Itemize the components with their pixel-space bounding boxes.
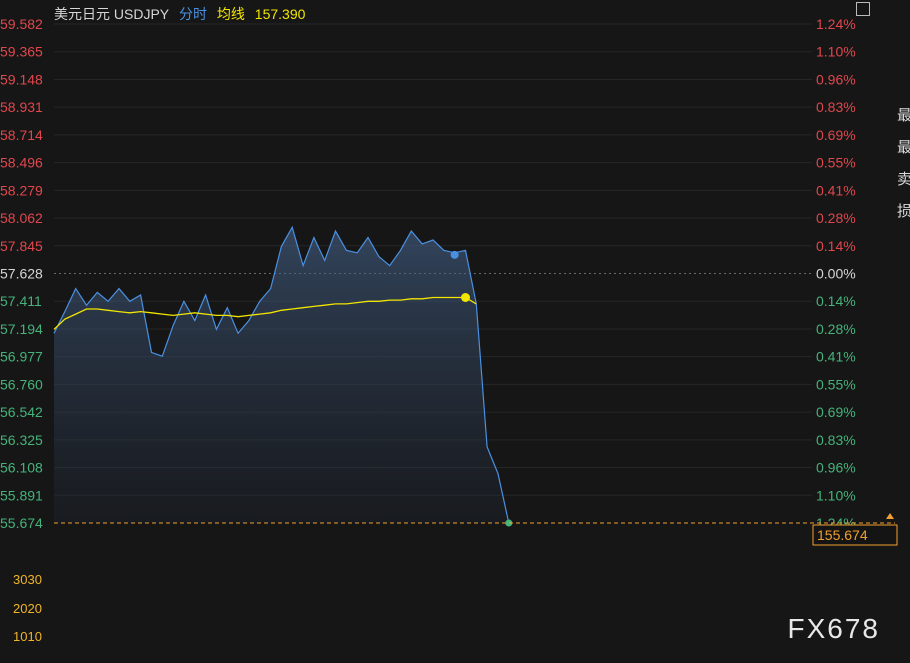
y-tick-label: 55.891 [0,487,43,503]
side-panel-1: 最 [897,107,910,124]
y-tick-label: 57.411 [0,293,42,309]
price-marker [450,250,459,259]
symbol-title: 美元日元 USDJPY [54,6,170,22]
y-tick-label: 56.977 [0,349,43,365]
pct-tick-label: 0.69% [816,404,856,420]
pct-tick-label: 0.83% [816,99,856,115]
pct-tick-label: 0.28% [816,321,856,337]
pct-tick-label: 0.55% [816,155,856,171]
volume-tick-label: 1010 [13,629,42,644]
pct-tick-label: 1.24% [816,16,856,32]
price-arrow-icon [886,513,894,519]
y-tick-label: 58.714 [0,127,43,143]
pct-tick-label: 1.10% [816,487,856,503]
y-tick-label: 59.365 [0,44,43,60]
mode-label[interactable]: 分时 [179,6,207,22]
pct-tick-label: 0.00% [816,266,856,282]
y-tick-label: 57.628 [0,266,43,282]
pct-tick-label: 0.69% [816,127,856,143]
y-tick-label: 59.148 [0,71,43,87]
watermark: FX678 [787,613,880,644]
pct-tick-label: 0.96% [816,460,856,476]
pct-tick-label: 0.28% [816,210,856,226]
volume-tick-label: 3030 [13,572,42,587]
y-tick-label: 56.760 [0,376,43,392]
y-tick-label: 55.674 [0,515,43,531]
avg-value: 157.390 [254,6,306,22]
pct-tick-label: 0.41% [816,349,856,365]
y-tick-label: 59.582 [0,16,43,32]
y-tick-label: 57.845 [0,238,43,254]
pct-tick-label: 1.10% [816,44,856,60]
y-tick-label: 58.496 [0,155,43,171]
pct-tick-label: 0.83% [816,432,856,448]
chart-header: 美元日元 USDJPY 分时 均线 157.390 [54,4,311,24]
y-tick-label: 58.279 [0,182,43,198]
y-tick-label: 56.325 [0,432,43,448]
current-price-label: 155.674 [817,527,868,543]
side-panel-4: 损 [897,203,910,220]
intraday-chart: 59.582 59.365 59.148 58.931 58.714 58.496 58.2… [0,16,898,644]
y-tick-label: 56.108 [0,460,43,476]
avg-label: 均线 [216,6,245,22]
y-tick-label: 58.062 [0,210,43,226]
pct-tick-label: 0.96% [816,71,856,87]
y-tick-label: 56.542 [0,404,43,420]
pct-tick-label: 0.41% [816,182,856,198]
volume-tick-label: 2020 [13,601,42,616]
pct-tick-label: 0.14% [816,238,856,254]
side-panel-2: 最 [897,139,910,156]
pct-tick-label: 0.14% [816,293,856,309]
side-panel-3: 卖 [897,171,910,188]
y-tick-label: 58.931 [0,99,43,115]
price-area [54,227,509,524]
y-tick-label: 57.194 [0,321,43,337]
expand-icon[interactable] [856,2,870,16]
pct-tick-label: 0.55% [816,376,856,392]
avg-marker [460,293,470,303]
